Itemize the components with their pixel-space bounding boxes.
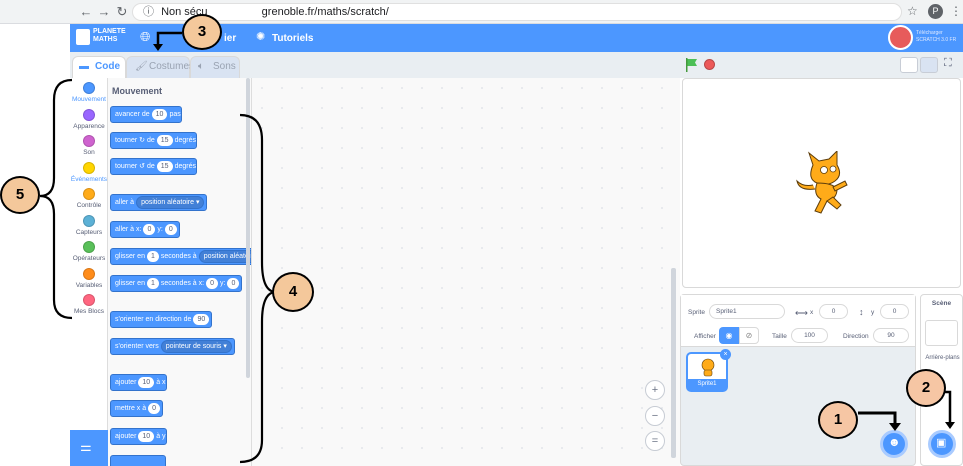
callout-1: 1 [818,401,858,439]
categories-bracket [39,78,73,320]
annotation-overlay [39,31,955,464]
callout-1-arrowhead [889,423,901,431]
callout-2-arrowhead [945,422,955,429]
callout-2: 2 [906,369,946,407]
callout-2-arrow [944,390,952,424]
callout-3: 3 [182,14,222,50]
blocks-bracket [239,113,277,464]
callout-5: 5 [0,176,40,214]
callout-3-arrowhead [153,44,163,51]
callout-4: 4 [272,272,314,312]
